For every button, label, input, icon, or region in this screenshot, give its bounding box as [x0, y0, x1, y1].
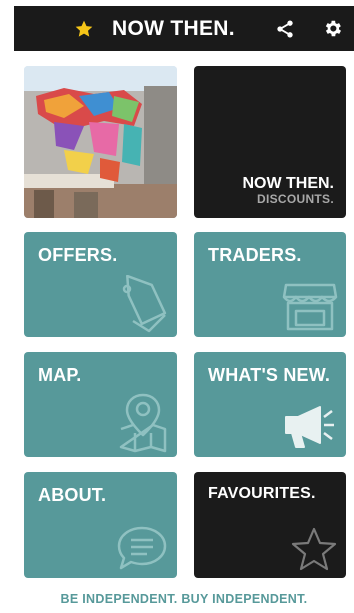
gear-icon[interactable] [318, 6, 346, 51]
brand-logo: NOW THEN. DISCOUNTS. [242, 175, 334, 206]
discounts-tile[interactable]: NOW THEN. DISCOUNTS. [194, 66, 346, 218]
traders-tile[interactable]: TRADERS. [194, 232, 346, 337]
traders-label: TRADERS. [208, 245, 302, 265]
favourites-tile[interactable]: FAVOURITES. [194, 472, 346, 578]
footer-tagline: BE INDEPENDENT. BUY INDEPENDENT. [60, 592, 308, 606]
star-outline-icon [291, 527, 337, 571]
tag-icon [122, 275, 167, 333]
about-tile[interactable]: ABOUT. [24, 472, 177, 578]
top-bar: NOW THEN. [14, 6, 354, 51]
whats-new-label: WHAT'S NEW. [208, 365, 331, 385]
street-mural-photo [24, 66, 177, 218]
megaphone-icon [285, 406, 334, 448]
offers-tile[interactable]: OFFERS. [24, 232, 177, 337]
offers-label: OFFERS. [38, 245, 118, 265]
about-label: ABOUT. [38, 485, 107, 505]
map-label: MAP. [38, 365, 82, 385]
storefront-icon [282, 283, 338, 331]
brand-subtitle: DISCOUNTS. [256, 192, 334, 206]
hero-image[interactable] [24, 66, 177, 218]
map-pin-icon [119, 393, 167, 453]
app-title: NOW THEN. [112, 17, 235, 40]
map-tile[interactable]: MAP. [24, 352, 177, 457]
whats-new-tile[interactable]: WHAT'S NEW. [194, 352, 346, 457]
favourites-label: FAVOURITES. [208, 485, 316, 502]
app-frame: NOW THEN. NOW THEN. DISCOUNTS. OFFERS. T… [14, 6, 354, 613]
share-icon[interactable] [272, 6, 298, 51]
speech-bubble-icon [117, 526, 167, 570]
star-icon[interactable] [70, 6, 98, 51]
brand-title: NOW THEN. [242, 175, 334, 192]
